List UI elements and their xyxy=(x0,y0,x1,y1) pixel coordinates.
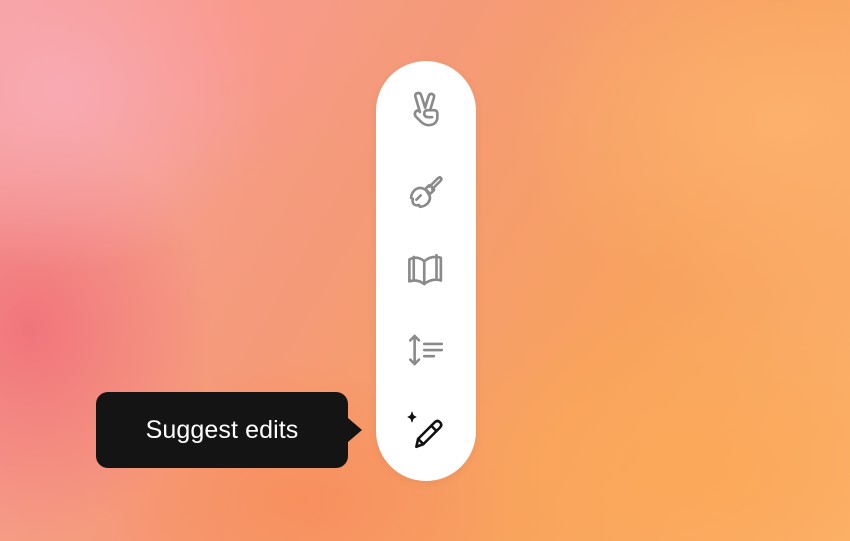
victory-hand-icon xyxy=(413,91,439,127)
paintbrush-icon xyxy=(409,176,443,209)
vertical-toolbar xyxy=(376,61,476,481)
toolbar-button-suggest-edits[interactable] xyxy=(402,407,450,455)
sparkle-pencil-icon xyxy=(407,411,443,449)
toolbar-button-polish[interactable] xyxy=(402,167,450,215)
toolbar-button-emoji[interactable] xyxy=(402,87,450,135)
open-book-icon xyxy=(408,253,443,286)
toolbar-button-adjust-length[interactable] xyxy=(402,326,450,374)
tooltip-arrow xyxy=(348,418,362,442)
tooltip-label: Suggest edits xyxy=(145,415,299,444)
text-length-icon xyxy=(408,334,444,366)
tooltip: Suggest edits xyxy=(96,392,362,468)
toolbar-button-reading-level[interactable] xyxy=(402,246,450,294)
